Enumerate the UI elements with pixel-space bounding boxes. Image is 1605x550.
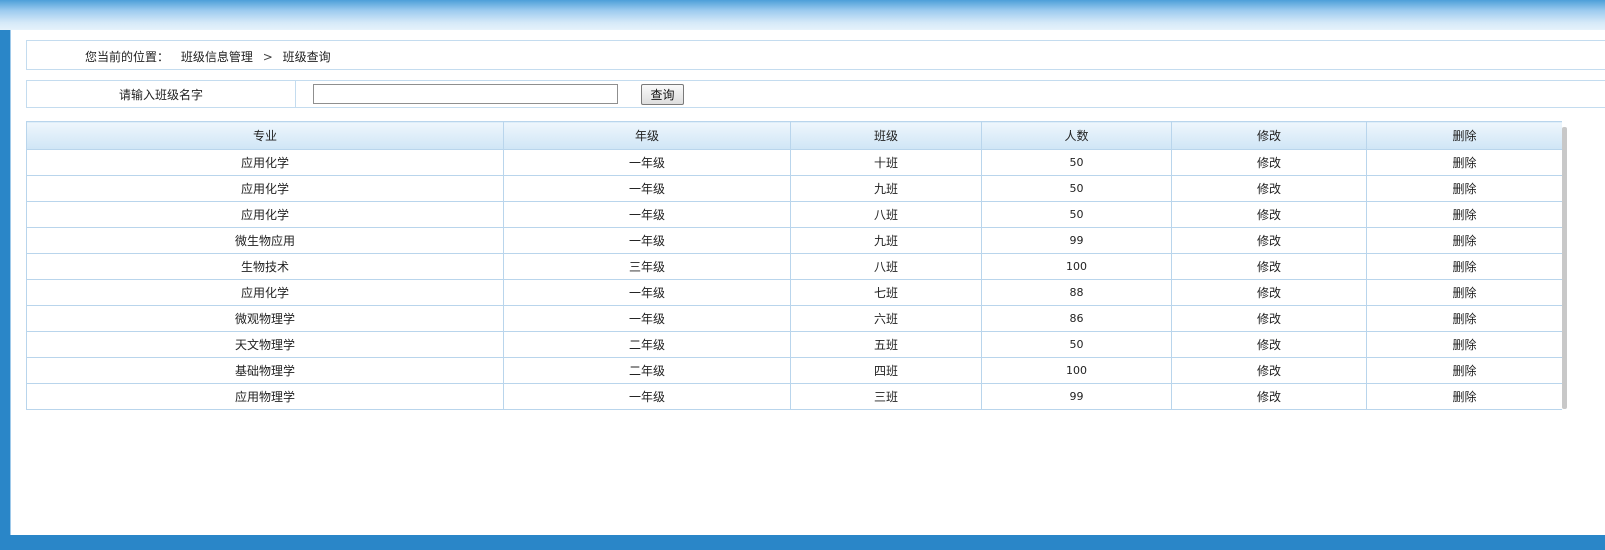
cell-major: 微观物理学	[26, 305, 504, 332]
search-bar: 请输入班级名字 查询	[26, 80, 1605, 108]
edit-link[interactable]: 修改	[1171, 305, 1367, 332]
main-content: 您当前的位置： 班级信息管理 > 班级查询 请输入班级名字 查询 专业 年级 班…	[10, 30, 1605, 535]
delete-link[interactable]: 删除	[1366, 383, 1562, 410]
delete-link[interactable]: 删除	[1366, 279, 1562, 306]
breadcrumb: 您当前的位置： 班级信息管理 > 班级查询	[26, 40, 1605, 70]
table-row: 应用化学 一年级 九班 50 修改 删除	[26, 175, 1562, 202]
cell-major: 应用化学	[26, 175, 504, 202]
cell-grade: 一年级	[503, 201, 791, 228]
cell-count: 99	[981, 227, 1172, 254]
edit-link[interactable]: 修改	[1171, 279, 1367, 306]
edit-link[interactable]: 修改	[1171, 175, 1367, 202]
column-header-major: 专业	[26, 121, 504, 150]
cell-class: 四班	[790, 357, 982, 384]
table-scrollbar[interactable]	[1562, 127, 1567, 409]
cell-major: 应用化学	[26, 201, 504, 228]
cell-major: 生物技术	[26, 253, 504, 280]
table-row: 应用化学 一年级 十班 50 修改 删除	[26, 149, 1562, 176]
cell-class: 六班	[790, 305, 982, 332]
table-row: 基础物理学 二年级 四班 100 修改 删除	[26, 357, 1562, 384]
edit-link[interactable]: 修改	[1171, 149, 1367, 176]
edit-link[interactable]: 修改	[1171, 331, 1367, 358]
class-name-search-input[interactable]	[313, 84, 618, 104]
edit-link[interactable]: 修改	[1171, 357, 1367, 384]
cell-count: 88	[981, 279, 1172, 306]
table-row: 天文物理学 二年级 五班 50 修改 删除	[26, 331, 1562, 358]
column-header-edit: 修改	[1171, 121, 1367, 150]
delete-link[interactable]: 删除	[1366, 201, 1562, 228]
delete-link[interactable]: 删除	[1366, 305, 1562, 332]
column-header-count: 人数	[981, 121, 1172, 150]
edit-link[interactable]: 修改	[1171, 253, 1367, 280]
cell-grade: 一年级	[503, 305, 791, 332]
cell-major: 基础物理学	[26, 357, 504, 384]
breadcrumb-item-class-query: 班级查询	[282, 50, 331, 64]
cell-major: 天文物理学	[26, 331, 504, 358]
cell-count: 100	[981, 357, 1172, 384]
delete-link[interactable]: 删除	[1366, 357, 1562, 384]
cell-class: 八班	[790, 201, 982, 228]
cell-grade: 二年级	[503, 357, 791, 384]
cell-count: 50	[981, 175, 1172, 202]
delete-link[interactable]: 删除	[1366, 253, 1562, 280]
table-row: 微生物应用 一年级 九班 99 修改 删除	[26, 227, 1562, 254]
table-row: 应用化学 一年级 七班 88 修改 删除	[26, 279, 1562, 306]
delete-link[interactable]: 删除	[1366, 175, 1562, 202]
cell-count: 100	[981, 253, 1172, 280]
breadcrumb-item-class-management[interactable]: 班级信息管理	[181, 50, 253, 64]
cell-count: 50	[981, 201, 1172, 228]
cell-class: 九班	[790, 175, 982, 202]
column-header-grade: 年级	[503, 121, 791, 150]
table-row: 生物技术 三年级 八班 100 修改 删除	[26, 253, 1562, 280]
table-row: 应用化学 一年级 八班 50 修改 删除	[26, 201, 1562, 228]
cell-grade: 三年级	[503, 253, 791, 280]
table-row: 应用物理学 一年级 三班 99 修改 删除	[26, 383, 1562, 410]
column-header-class: 班级	[790, 121, 982, 150]
top-banner	[0, 0, 1605, 30]
class-table: 专业 年级 班级 人数 修改 删除 应用化学 一年级 十班 50 修改 删除 应…	[26, 121, 1562, 410]
cell-grade: 一年级	[503, 227, 791, 254]
cell-major: 微生物应用	[26, 227, 504, 254]
edit-link[interactable]: 修改	[1171, 201, 1367, 228]
edit-link[interactable]: 修改	[1171, 227, 1367, 254]
cell-class: 七班	[790, 279, 982, 306]
cell-grade: 二年级	[503, 331, 791, 358]
cell-major: 应用物理学	[26, 383, 504, 410]
cell-major: 应用化学	[26, 149, 504, 176]
cell-class: 九班	[790, 227, 982, 254]
cell-grade: 一年级	[503, 383, 791, 410]
table-row: 微观物理学 一年级 六班 86 修改 删除	[26, 305, 1562, 332]
delete-link[interactable]: 删除	[1366, 331, 1562, 358]
query-button[interactable]: 查询	[641, 84, 684, 105]
column-header-delete: 删除	[1366, 121, 1562, 150]
delete-link[interactable]: 删除	[1366, 227, 1562, 254]
table-header-row: 专业 年级 班级 人数 修改 删除	[26, 121, 1562, 150]
delete-link[interactable]: 删除	[1366, 149, 1562, 176]
cell-class: 五班	[790, 331, 982, 358]
cell-grade: 一年级	[503, 149, 791, 176]
breadcrumb-prefix: 您当前的位置：	[85, 50, 170, 64]
cell-class: 十班	[790, 149, 982, 176]
class-table-container: 专业 年级 班级 人数 修改 删除 应用化学 一年级 十班 50 修改 删除 应…	[26, 121, 1562, 414]
edit-link[interactable]: 修改	[1171, 383, 1367, 410]
cell-count: 86	[981, 305, 1172, 332]
cell-major: 应用化学	[26, 279, 504, 306]
cell-count: 99	[981, 383, 1172, 410]
breadcrumb-separator-icon: >	[262, 50, 273, 64]
cell-count: 50	[981, 149, 1172, 176]
cell-count: 50	[981, 331, 1172, 358]
cell-class: 八班	[790, 253, 982, 280]
cell-class: 三班	[790, 383, 982, 410]
search-label: 请输入班级名字	[27, 81, 296, 107]
cell-grade: 一年级	[503, 175, 791, 202]
cell-grade: 一年级	[503, 279, 791, 306]
